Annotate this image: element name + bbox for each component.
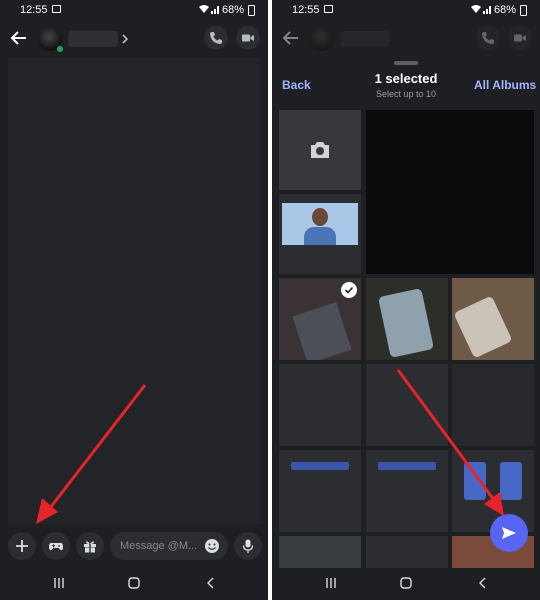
- online-status-dot: [56, 45, 64, 53]
- status-time: 12:55: [20, 4, 48, 16]
- phone-graphic: [500, 462, 522, 500]
- media-tile-partial-1[interactable]: [279, 536, 361, 568]
- camera-tile[interactable]: [279, 110, 361, 190]
- send-icon: [502, 527, 516, 539]
- chevron-right-icon[interactable]: [120, 32, 130, 46]
- selected-checkbox[interactable]: [341, 282, 357, 298]
- camera-icon: [311, 142, 329, 158]
- media-tile-partial-2[interactable]: [366, 536, 448, 568]
- message-composer: Message @M...: [0, 528, 268, 566]
- back-arrow-icon: [282, 31, 298, 45]
- left-screen-dm-chat: 12:55 68% Message @M...: [0, 0, 268, 600]
- status-bar: 12:55 68%: [272, 0, 540, 20]
- avatar: [310, 27, 334, 51]
- video-camera-icon: [242, 34, 254, 42]
- media-tile-portrait[interactable]: [279, 194, 361, 274]
- avatar[interactable]: [38, 27, 64, 53]
- signal-icon: [483, 6, 491, 14]
- phone-call-icon: [482, 32, 494, 44]
- media-tile-qr-phone-2[interactable]: [452, 278, 534, 360]
- phone-photo: [292, 302, 352, 360]
- wifi-icon: [199, 5, 209, 13]
- video-call-button[interactable]: [236, 26, 260, 50]
- send-button[interactable]: [490, 514, 528, 552]
- device-graphic: [291, 462, 349, 470]
- media-picker-sheet: Back 1 selected Select up to 10 All Albu…: [272, 58, 540, 568]
- status-bar: 12:55 68%: [0, 0, 268, 20]
- contact-name-redacted: [340, 31, 390, 47]
- video-camera-icon: [514, 34, 526, 42]
- status-time: 12:55: [292, 4, 320, 16]
- media-tile-selected[interactable]: [279, 278, 361, 360]
- qr-phone-photo: [453, 295, 513, 359]
- nav-back-icon[interactable]: [476, 576, 490, 590]
- battery-icon: [520, 5, 527, 16]
- checkmark-icon: [344, 286, 354, 294]
- media-tile-adapter-2[interactable]: [366, 450, 448, 532]
- android-nav-bar: [272, 568, 540, 600]
- chat-header: [0, 20, 268, 58]
- sheet-drag-handle[interactable]: [394, 61, 418, 65]
- contact-name-redacted[interactable]: [68, 31, 118, 47]
- nav-back-icon[interactable]: [204, 576, 218, 590]
- media-tile-adapter-1[interactable]: [279, 450, 361, 532]
- media-tile-qr-phone[interactable]: [366, 278, 448, 360]
- portrait-photo: [282, 203, 358, 245]
- image-notification-icon: [324, 5, 333, 13]
- recent-apps-icon[interactable]: [52, 576, 66, 590]
- voice-call-button: [476, 26, 500, 50]
- message-list: [8, 58, 260, 524]
- wifi-icon: [471, 5, 481, 13]
- chat-header-dimmed: [272, 20, 540, 58]
- back-arrow-icon[interactable]: [10, 29, 28, 47]
- media-tile-screenshot-settings[interactable]: [452, 364, 534, 446]
- media-tile-screenshot-chat[interactable]: [366, 364, 448, 446]
- battery-percent: 68%: [222, 4, 245, 16]
- gift-button[interactable]: [76, 532, 104, 560]
- voice-message-button[interactable]: [234, 532, 262, 560]
- add-attachment-button[interactable]: [8, 532, 36, 560]
- android-nav-bar: [0, 568, 268, 600]
- video-call-button: [508, 26, 532, 50]
- emoji-icon[interactable]: [204, 538, 220, 554]
- battery-icon: [248, 5, 255, 16]
- phone-call-icon: [210, 32, 222, 44]
- home-icon[interactable]: [399, 576, 413, 590]
- activities-button[interactable]: [42, 532, 70, 560]
- battery-percent: 68%: [494, 4, 517, 16]
- phone-graphic: [464, 462, 486, 500]
- gamepad-icon: [49, 543, 63, 551]
- image-notification-icon: [52, 5, 61, 13]
- plus-icon: [16, 540, 28, 552]
- gift-icon: [84, 541, 96, 553]
- recent-apps-icon[interactable]: [324, 576, 338, 590]
- media-tile-video[interactable]: [366, 110, 534, 274]
- media-tile-screenshot-text[interactable]: [279, 364, 361, 446]
- device-graphic: [378, 462, 436, 470]
- microphone-icon: [242, 539, 254, 553]
- voice-call-button[interactable]: [204, 26, 228, 50]
- signal-icon: [211, 6, 219, 14]
- qr-phone-photo: [378, 288, 434, 358]
- right-screen-media-picker: 12:55 68% Back 1 selected Select up to 1…: [272, 0, 540, 600]
- home-icon[interactable]: [127, 576, 141, 590]
- all-albums-button[interactable]: All Albums: [474, 78, 536, 92]
